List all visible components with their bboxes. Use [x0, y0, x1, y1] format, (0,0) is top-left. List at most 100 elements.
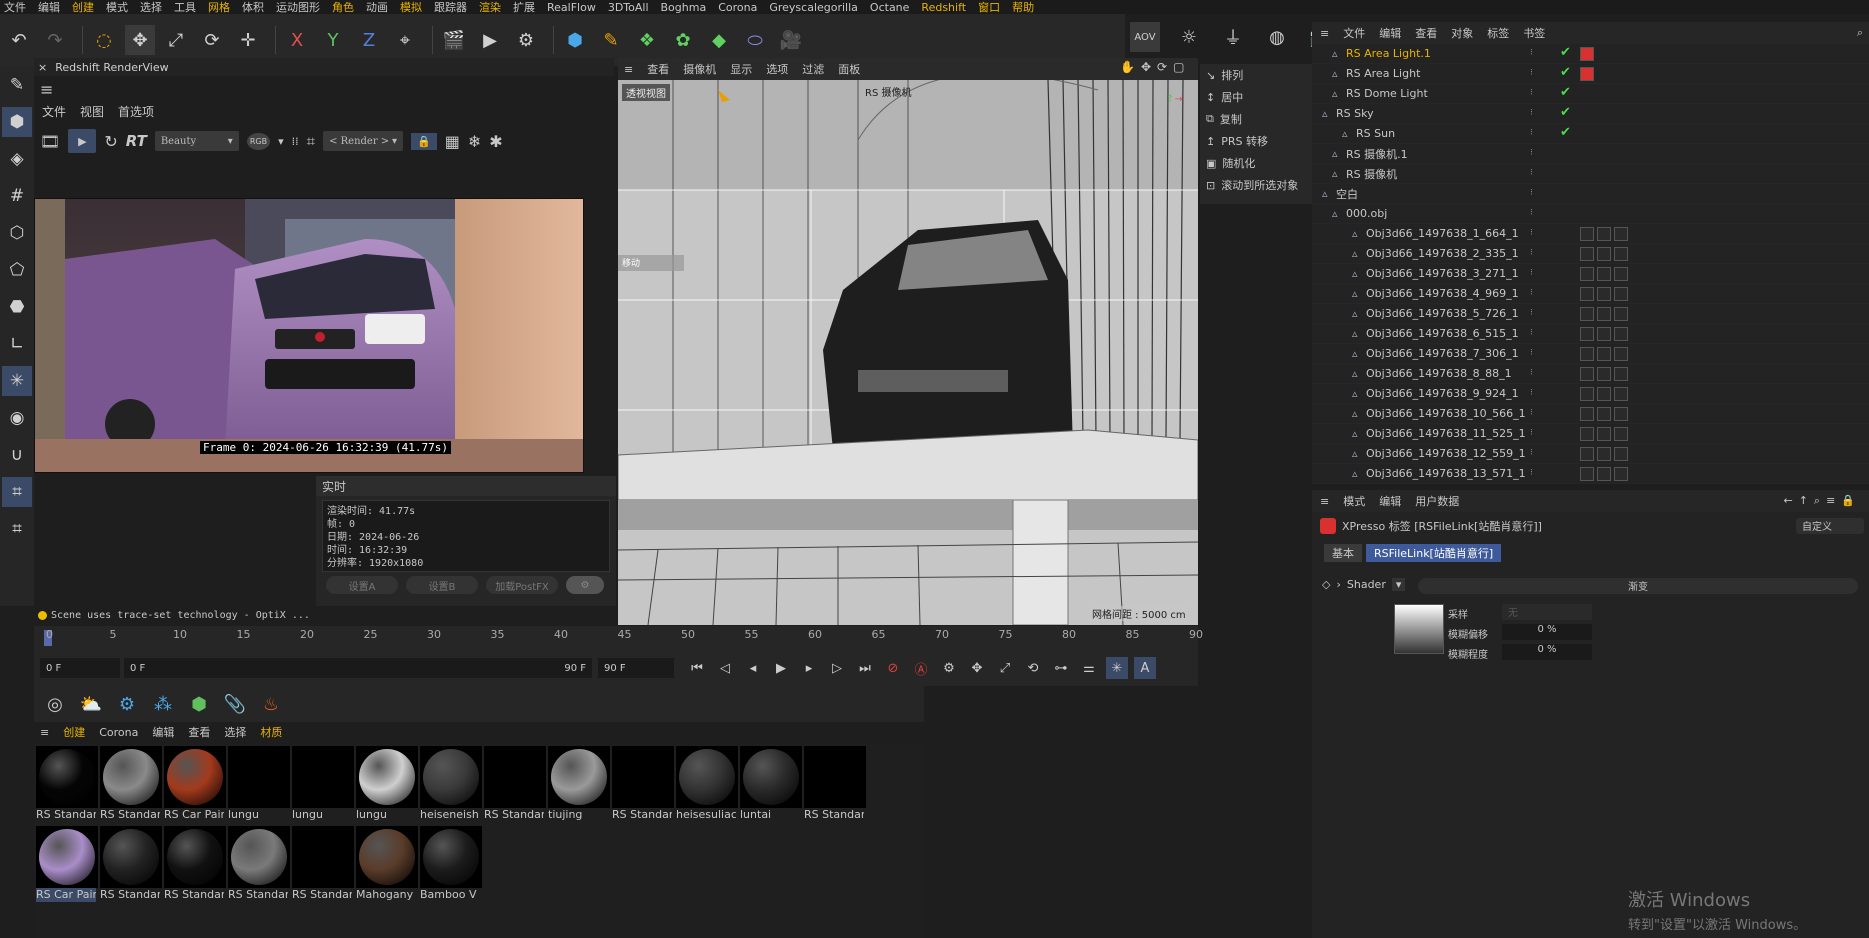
- object-row[interactable]: ▵ Obj3d66_1497638_13_571_1 ⁝: [1312, 464, 1869, 484]
- visibility-dots-icon[interactable]: ⁝: [1530, 88, 1542, 100]
- vp-menu-display[interactable]: 显示: [730, 61, 752, 77]
- menu-item[interactable]: Redshift: [921, 1, 966, 14]
- tag-icon[interactable]: [1614, 427, 1628, 441]
- tag-icon[interactable]: [1597, 467, 1611, 481]
- generator-icon[interactable]: ✿: [668, 25, 698, 55]
- play-render-icon[interactable]: ▶: [68, 129, 97, 153]
- attr-menu-mode[interactable]: 模式: [1343, 493, 1365, 509]
- hamburger-icon[interactable]: ≡: [1320, 27, 1329, 40]
- tweak-mode-icon[interactable]: ✳: [2, 366, 32, 396]
- vp-menu-options[interactable]: 选项: [766, 61, 788, 77]
- transform-icon[interactable]: ✛: [233, 25, 263, 55]
- tag-icon[interactable]: [1597, 287, 1611, 301]
- workplane-icon[interactable]: #: [2, 181, 32, 211]
- tag-icon[interactable]: [1580, 467, 1594, 481]
- tag-icon[interactable]: [1597, 307, 1611, 321]
- material-swatch[interactable]: Mahogany: [356, 826, 418, 902]
- make-editable-icon[interactable]: ✎: [2, 70, 32, 100]
- next-key-icon[interactable]: ▷: [826, 657, 848, 679]
- material-swatch[interactable]: lungu: [356, 746, 418, 822]
- snowflake-alt-icon[interactable]: ✱: [489, 132, 502, 151]
- end-frame-field[interactable]: 90 F: [598, 658, 674, 678]
- clapper-icon[interactable]: 🎞: [40, 132, 60, 151]
- coordinate-system-icon[interactable]: ⌖: [390, 25, 420, 55]
- timeline-options-icon[interactable]: A: [1134, 657, 1156, 679]
- settings-a-button[interactable]: 设置A: [326, 576, 398, 594]
- tag-icon[interactable]: [1597, 267, 1611, 281]
- scale-icon[interactable]: ⤢: [161, 25, 191, 55]
- tag-icon[interactable]: [1580, 387, 1594, 401]
- camera-icon[interactable]: 🎥: [776, 25, 806, 55]
- visibility-dots-icon[interactable]: ⁝: [1530, 468, 1542, 480]
- material-swatch[interactable]: RS Standar: [804, 746, 866, 822]
- object-row[interactable]: ▵ 空白 ⁝: [1312, 184, 1869, 204]
- chevron-down-icon[interactable]: ▾: [278, 135, 284, 148]
- tag-icon[interactable]: [1597, 447, 1611, 461]
- object-row[interactable]: ▵ Obj3d66_1497638_7_306_1 ⁝: [1312, 344, 1869, 364]
- rt-button[interactable]: RT: [126, 132, 147, 150]
- visibility-dots-icon[interactable]: ⁝: [1530, 408, 1542, 420]
- tag-icon[interactable]: [1614, 307, 1628, 321]
- object-row[interactable]: ▵ Obj3d66_1497638_3_271_1 ⁝: [1312, 264, 1869, 284]
- polygon-mode-icon[interactable]: ⬣: [2, 292, 32, 322]
- object-row[interactable]: ▵ RS Sun ⁝ ✔: [1312, 124, 1869, 144]
- vp-menu-filter[interactable]: 过滤: [802, 61, 824, 77]
- mat-menu-create[interactable]: 创建: [63, 724, 85, 740]
- visibility-dots-icon[interactable]: ⁝: [1530, 48, 1542, 60]
- sky-icon[interactable]: ⛅: [76, 689, 106, 719]
- object-row[interactable]: ▵ Obj3d66_1497638_6_515_1 ⁝: [1312, 324, 1869, 344]
- attr-menu-userdata[interactable]: 用户数据: [1415, 493, 1459, 509]
- axis-mode-icon[interactable]: ∟: [2, 329, 32, 359]
- render-dropdown[interactable]: < Render > ▾: [323, 131, 404, 151]
- subdivision-icon[interactable]: ❖: [632, 25, 662, 55]
- tag-icon[interactable]: [1580, 287, 1594, 301]
- enabled-check-icon[interactable]: ✔: [1560, 85, 1571, 100]
- maximize-icon[interactable]: ▢: [1173, 60, 1184, 74]
- menu-item[interactable]: 创建: [72, 0, 94, 14]
- tag-icon[interactable]: [1614, 387, 1628, 401]
- hamburger-icon[interactable]: ≡: [1320, 495, 1329, 508]
- key-rotate-icon[interactable]: ⟲: [1022, 657, 1044, 679]
- visibility-dots-icon[interactable]: ⁝: [1530, 428, 1542, 440]
- tag-icon[interactable]: [1597, 227, 1611, 241]
- enabled-check-icon[interactable]: ✔: [1560, 105, 1571, 120]
- menu-item[interactable]: 文件: [4, 0, 26, 14]
- material-swatch[interactable]: heiseneish: [420, 746, 482, 822]
- ctx-prs-transfer[interactable]: ↥ PRS 转移: [1200, 130, 1312, 152]
- timeline-ruler[interactable]: 0 5 10 15 20 25 30 35 40 45 50 55 60 65 70 75 80 85 90: [34, 626, 1203, 650]
- object-row[interactable]: ▵ RS 摄像机.1 ⁝: [1312, 144, 1869, 164]
- tag-icon[interactable]: [1597, 407, 1611, 421]
- visibility-dots-icon[interactable]: ⁝: [1530, 268, 1542, 280]
- volume-icon[interactable]: ⬢: [184, 689, 214, 719]
- render-settings-icon[interactable]: ⚙: [511, 25, 541, 55]
- edge-mode-icon[interactable]: ⬠: [2, 255, 32, 285]
- autokey-icon[interactable]: Ⓐ: [910, 657, 932, 679]
- visibility-dots-icon[interactable]: ⁝: [1530, 368, 1542, 380]
- object-row[interactable]: ▵ RS Area Light ⁝ ✔: [1312, 64, 1869, 84]
- tag-icon[interactable]: [1580, 407, 1594, 421]
- deformer-icon[interactable]: ◆: [704, 25, 734, 55]
- material-swatch[interactable]: RS Standar: [100, 746, 162, 822]
- om-menu-tags[interactable]: 标签: [1487, 25, 1509, 41]
- menu-item[interactable]: 体积: [242, 0, 264, 14]
- object-row[interactable]: ▵ Obj3d66_1497638_8_88_1 ⁝: [1312, 364, 1869, 384]
- search-icon[interactable]: ⌕: [1857, 26, 1863, 40]
- material-swatch[interactable]: RS Standar: [612, 746, 674, 822]
- tag-icon[interactable]: [1580, 367, 1594, 381]
- menu-item[interactable]: 角色: [332, 0, 354, 14]
- menu-item[interactable]: 工具: [174, 0, 196, 14]
- tag-icon[interactable]: [1614, 227, 1628, 241]
- mat-menu-material[interactable]: 材质: [260, 724, 282, 740]
- tag-icon[interactable]: [1614, 347, 1628, 361]
- object-row[interactable]: ▵ RS 摄像机 ⁝: [1312, 164, 1869, 184]
- material-swatch[interactable]: RS Car Pair: [164, 746, 226, 822]
- next-frame-icon[interactable]: ▸: [798, 657, 820, 679]
- tag-icon[interactable]: [1614, 367, 1628, 381]
- object-row[interactable]: ▵ Obj3d66_1497638_4_969_1 ⁝: [1312, 284, 1869, 304]
- key-param-icon[interactable]: ⊶: [1050, 657, 1072, 679]
- om-menu-file[interactable]: 文件: [1343, 25, 1365, 41]
- visibility-dots-icon[interactable]: ⁝: [1530, 188, 1542, 200]
- visibility-dots-icon[interactable]: ⁝: [1530, 328, 1542, 340]
- key-pla-icon[interactable]: ⚌: [1078, 657, 1100, 679]
- visibility-dots-icon[interactable]: ⁝: [1530, 108, 1542, 120]
